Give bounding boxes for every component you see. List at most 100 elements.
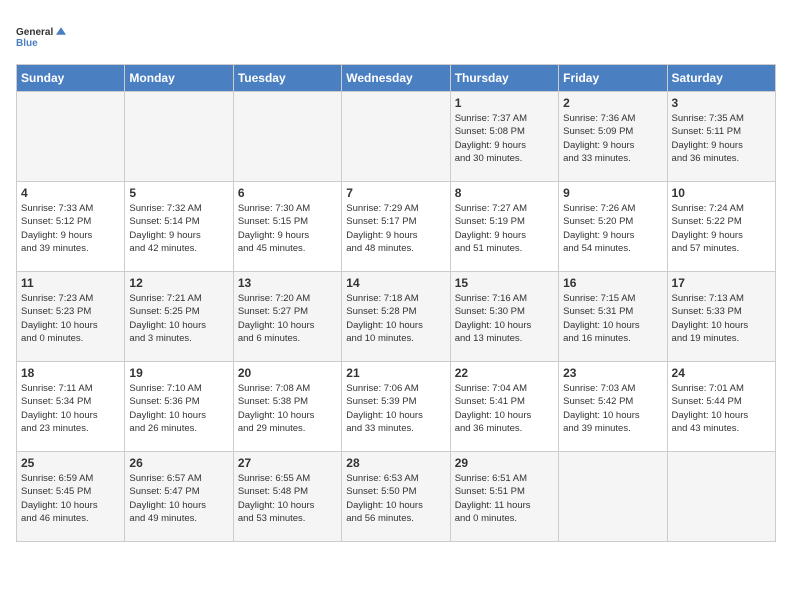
day-info: Sunrise: 7:27 AM Sunset: 5:19 PM Dayligh… (455, 202, 554, 255)
day-number: 29 (455, 456, 554, 470)
day-info: Sunrise: 6:53 AM Sunset: 5:50 PM Dayligh… (346, 472, 445, 525)
day-number: 22 (455, 366, 554, 380)
day-number: 26 (129, 456, 228, 470)
logo-svg: General Blue (16, 16, 66, 56)
day-info: Sunrise: 7:21 AM Sunset: 5:25 PM Dayligh… (129, 292, 228, 345)
col-header-thursday: Thursday (450, 65, 558, 92)
day-info: Sunrise: 7:11 AM Sunset: 5:34 PM Dayligh… (21, 382, 120, 435)
day-info: Sunrise: 7:36 AM Sunset: 5:09 PM Dayligh… (563, 112, 662, 165)
day-info: Sunrise: 7:18 AM Sunset: 5:28 PM Dayligh… (346, 292, 445, 345)
day-cell: 19 Sunrise: 7:10 AM Sunset: 5:36 PM Dayli… (125, 362, 233, 452)
day-number: 4 (21, 186, 120, 200)
day-info: Sunrise: 7:35 AM Sunset: 5:11 PM Dayligh… (672, 112, 771, 165)
col-header-friday: Friday (559, 65, 667, 92)
day-cell: 5 Sunrise: 7:32 AM Sunset: 5:14 PM Daylig… (125, 182, 233, 272)
day-info: Sunrise: 7:03 AM Sunset: 5:42 PM Dayligh… (563, 382, 662, 435)
day-info: Sunrise: 7:29 AM Sunset: 5:17 PM Dayligh… (346, 202, 445, 255)
day-cell: 25Sunrise: 6:59 AM Sunset: 5:45 PM Dayli… (17, 452, 125, 542)
week-row-1: 1 Sunrise: 7:37 AM Sunset: 5:08 PM Daylig… (17, 92, 776, 182)
day-cell: 26 Sunrise: 6:57 AM Sunset: 5:47 PM Dayli… (125, 452, 233, 542)
day-number: 20 (238, 366, 337, 380)
day-info: Sunrise: 7:30 AM Sunset: 5:15 PM Dayligh… (238, 202, 337, 255)
day-cell: 4 Sunrise: 7:33 AM Sunset: 5:12 PM Daylig… (17, 182, 125, 272)
day-number: 9 (563, 186, 662, 200)
col-header-sunday: Sunday (17, 65, 125, 92)
week-row-5: 25Sunrise: 6:59 AM Sunset: 5:45 PM Dayli… (17, 452, 776, 542)
day-info: Sunrise: 7:33 AM Sunset: 5:12 PM Dayligh… (21, 202, 120, 255)
day-cell: 16Sunrise: 7:15 AM Sunset: 5:31 PM Dayli… (559, 272, 667, 362)
day-cell (125, 92, 233, 182)
day-number: 13 (238, 276, 337, 290)
day-info: Sunrise: 7:23 AM Sunset: 5:23 PM Dayligh… (21, 292, 120, 345)
day-cell: 22 Sunrise: 7:04 AM Sunset: 5:41 PM Dayli… (450, 362, 558, 452)
day-cell: 15 Sunrise: 7:16 AM Sunset: 5:30 PM Dayli… (450, 272, 558, 362)
col-header-wednesday: Wednesday (342, 65, 450, 92)
day-cell (17, 92, 125, 182)
day-cell: 17Sunrise: 7:13 AM Sunset: 5:33 PM Dayli… (667, 272, 775, 362)
day-cell: 14Sunrise: 7:18 AM Sunset: 5:28 PM Dayli… (342, 272, 450, 362)
day-info: Sunrise: 6:57 AM Sunset: 5:47 PM Dayligh… (129, 472, 228, 525)
week-row-3: 11 Sunrise: 7:23 AM Sunset: 5:23 PM Dayli… (17, 272, 776, 362)
day-cell: 28 Sunrise: 6:53 AM Sunset: 5:50 PM Dayli… (342, 452, 450, 542)
calendar-table: SundayMondayTuesdayWednesdayThursdayFrid… (16, 64, 776, 542)
day-cell (667, 452, 775, 542)
week-row-4: 18 Sunrise: 7:11 AM Sunset: 5:34 PM Dayli… (17, 362, 776, 452)
col-header-tuesday: Tuesday (233, 65, 341, 92)
day-number: 16 (563, 276, 662, 290)
day-info: Sunrise: 7:32 AM Sunset: 5:14 PM Dayligh… (129, 202, 228, 255)
day-info: Sunrise: 7:20 AM Sunset: 5:27 PM Dayligh… (238, 292, 337, 345)
day-info: Sunrise: 7:10 AM Sunset: 5:36 PM Dayligh… (129, 382, 228, 435)
day-cell: 10Sunrise: 7:24 AM Sunset: 5:22 PM Dayli… (667, 182, 775, 272)
day-cell: 13 Sunrise: 7:20 AM Sunset: 5:27 PM Dayli… (233, 272, 341, 362)
day-number: 12 (129, 276, 228, 290)
day-cell: 2 Sunrise: 7:36 AM Sunset: 5:09 PM Daylig… (559, 92, 667, 182)
week-row-2: 4 Sunrise: 7:33 AM Sunset: 5:12 PM Daylig… (17, 182, 776, 272)
svg-text:Blue: Blue (16, 38, 38, 49)
day-number: 27 (238, 456, 337, 470)
day-number: 15 (455, 276, 554, 290)
day-cell: 29 Sunrise: 6:51 AM Sunset: 5:51 PM Dayli… (450, 452, 558, 542)
day-info: Sunrise: 7:26 AM Sunset: 5:20 PM Dayligh… (563, 202, 662, 255)
day-number: 6 (238, 186, 337, 200)
day-info: Sunrise: 7:37 AM Sunset: 5:08 PM Dayligh… (455, 112, 554, 165)
day-number: 24 (672, 366, 771, 380)
day-info: Sunrise: 6:51 AM Sunset: 5:51 PM Dayligh… (455, 472, 554, 525)
day-cell: 23 Sunrise: 7:03 AM Sunset: 5:42 PM Dayli… (559, 362, 667, 452)
day-number: 21 (346, 366, 445, 380)
day-info: Sunrise: 7:08 AM Sunset: 5:38 PM Dayligh… (238, 382, 337, 435)
day-info: Sunrise: 6:55 AM Sunset: 5:48 PM Dayligh… (238, 472, 337, 525)
day-number: 7 (346, 186, 445, 200)
day-cell: 7 Sunrise: 7:29 AM Sunset: 5:17 PM Daylig… (342, 182, 450, 272)
day-info: Sunrise: 7:04 AM Sunset: 5:41 PM Dayligh… (455, 382, 554, 435)
svg-text:General: General (16, 27, 53, 38)
day-cell: 12 Sunrise: 7:21 AM Sunset: 5:25 PM Dayli… (125, 272, 233, 362)
day-cell: 11 Sunrise: 7:23 AM Sunset: 5:23 PM Dayli… (17, 272, 125, 362)
day-cell: 24 Sunrise: 7:01 AM Sunset: 5:44 PM Dayli… (667, 362, 775, 452)
day-cell: 3 Sunrise: 7:35 AM Sunset: 5:11 PM Daylig… (667, 92, 775, 182)
col-header-monday: Monday (125, 65, 233, 92)
day-number: 5 (129, 186, 228, 200)
page-header: General Blue (16, 16, 776, 56)
day-cell (233, 92, 341, 182)
day-cell: 27 Sunrise: 6:55 AM Sunset: 5:48 PM Dayli… (233, 452, 341, 542)
day-info: Sunrise: 7:01 AM Sunset: 5:44 PM Dayligh… (672, 382, 771, 435)
day-info: Sunrise: 7:16 AM Sunset: 5:30 PM Dayligh… (455, 292, 554, 345)
day-cell (559, 452, 667, 542)
day-cell: 1 Sunrise: 7:37 AM Sunset: 5:08 PM Daylig… (450, 92, 558, 182)
day-cell: 20 Sunrise: 7:08 AM Sunset: 5:38 PM Dayli… (233, 362, 341, 452)
day-number: 19 (129, 366, 228, 380)
day-number: 23 (563, 366, 662, 380)
day-number: 18 (21, 366, 120, 380)
day-number: 25 (21, 456, 120, 470)
day-number: 28 (346, 456, 445, 470)
day-number: 1 (455, 96, 554, 110)
col-header-saturday: Saturday (667, 65, 775, 92)
day-cell: 8Sunrise: 7:27 AM Sunset: 5:19 PM Daylig… (450, 182, 558, 272)
day-cell: 6 Sunrise: 7:30 AM Sunset: 5:15 PM Daylig… (233, 182, 341, 272)
day-cell (342, 92, 450, 182)
day-number: 3 (672, 96, 771, 110)
day-number: 11 (21, 276, 120, 290)
day-info: Sunrise: 7:24 AM Sunset: 5:22 PM Dayligh… (672, 202, 771, 255)
day-number: 2 (563, 96, 662, 110)
day-number: 17 (672, 276, 771, 290)
